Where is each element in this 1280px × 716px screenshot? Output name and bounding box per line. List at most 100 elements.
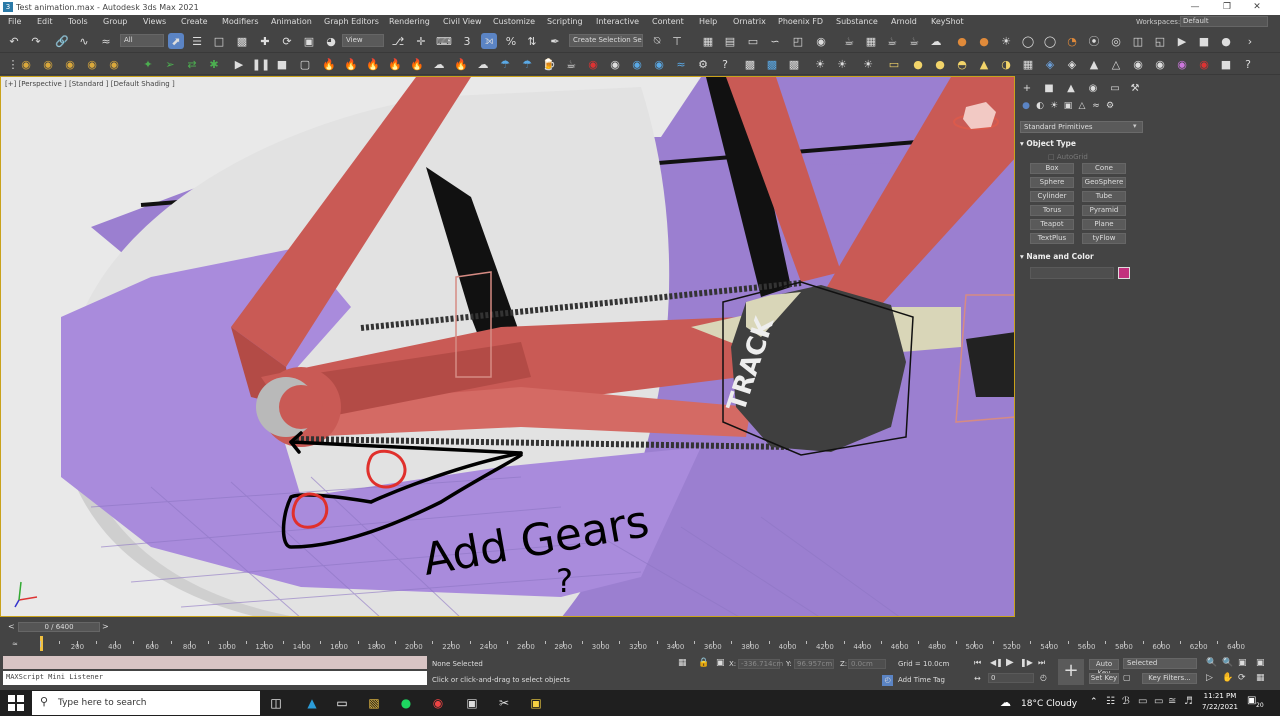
menu-modifiers[interactable]: Modifiers [222,17,259,26]
alembic-icon[interactable]: △ [1108,56,1124,72]
move-icon[interactable]: ✚ [257,33,273,49]
substance-map-icon[interactable]: ▩ [764,56,780,72]
edit-named-selection-icon[interactable]: ✒ [547,33,563,49]
x-coordinate-field[interactable]: -336.714cm [738,659,783,669]
maxscript-listener-input[interactable]: MAXScript Mini Listener [3,671,427,685]
phoenix-particle-icon[interactable]: ✱ [206,56,222,72]
toggle-ribbon-icon[interactable]: ▭ [745,33,761,49]
utilities-tab-icon[interactable]: ⚒ [1128,82,1142,96]
waves-preset-icon[interactable]: ≈ [673,56,689,72]
substance-icon[interactable]: ▩ [742,56,758,72]
log-icon[interactable]: ■ [1218,56,1234,72]
orbit-icon[interactable]: ⟳ [1238,673,1246,683]
help-icon[interactable]: ? [717,56,733,72]
cameras-icon[interactable]: ▣ [1062,100,1074,112]
ornatrix-icon[interactable]: ◉ [18,56,34,72]
placement-icon[interactable]: ◕ [323,33,339,49]
primitive-tube-button[interactable]: Tube [1082,191,1126,202]
standin-icon[interactable]: ◉ [1174,56,1190,72]
bluetooth-icon[interactable]: ℬ [1122,696,1130,707]
river-preset-icon[interactable]: ◉ [651,56,667,72]
keyshot-link-icon[interactable]: ◫ [1130,33,1146,49]
zoom-extents-icon[interactable]: ▣ [1238,658,1247,668]
menu-content[interactable]: Content [652,17,684,26]
object-color-swatch[interactable] [1118,267,1130,279]
selection-filter-select[interactable]: All [120,34,164,47]
helpers-icon[interactable]: △ [1076,100,1088,112]
play-icon[interactable]: ▶ [1174,33,1190,49]
milk-preset-icon[interactable]: ◉ [607,56,623,72]
layer-explorer-icon[interactable]: ▤ [722,33,738,49]
fire-preset-1-icon[interactable]: 🔥 [321,56,337,72]
sticky-notes-taskbar-icon[interactable]: ▣ [526,694,546,712]
stop-icon[interactable]: ■ [1196,33,1212,49]
primitive-pyramid-button[interactable]: Pyramid [1082,205,1126,216]
keyshot-update-icon[interactable]: ◱ [1152,33,1168,49]
menu-animation[interactable]: Animation [271,17,312,26]
material-switch-icon[interactable]: ◉ [1152,56,1168,72]
modify-tab-icon[interactable]: ■ [1042,82,1056,96]
clock-date[interactable]: 7/22/2021 [1200,703,1240,711]
rendered-frame-window-icon[interactable]: ▦ [863,33,879,49]
arnold-volume-icon[interactable]: ◯ [1042,33,1058,49]
play-animation-icon[interactable]: ▶ [1006,657,1014,668]
ocean-preset-icon[interactable]: ◉ [629,56,645,72]
beer-preset-icon[interactable]: 🍺 [541,56,557,72]
rectangular-selection-icon[interactable]: □ [211,33,227,49]
render-iterative-icon[interactable]: ☕ [906,33,922,49]
clock-time[interactable]: 11:21 PM [1200,692,1240,700]
menu-views[interactable]: Views [143,17,166,26]
select-object-icon[interactable]: ⬈ [168,33,184,49]
primitive-cone-button[interactable]: Cone [1082,163,1126,174]
lock-selection-icon[interactable]: 🔒 [698,658,709,668]
phoenix-pause-icon[interactable]: ❚❚ [252,56,270,72]
file-explorer-taskbar-icon[interactable]: ▧ [364,694,384,712]
menu-group[interactable]: Group [103,17,127,26]
arnold-ipr-icon[interactable]: ◔ [1064,33,1080,49]
light-disc-icon[interactable]: ● [910,56,926,72]
undo-icon[interactable]: ↶ [6,33,22,49]
unlink-icon[interactable]: ∿ [76,33,92,49]
coffee-preset-icon[interactable]: ☕ [563,56,579,72]
goto-start-icon[interactable]: ⏮ [974,658,981,668]
isolate-selection-icon[interactable]: ▦ [678,658,687,668]
y-coordinate-field[interactable]: 96.957cm [794,659,834,669]
auto-key-button[interactable]: Auto Key [1089,659,1119,677]
maxscript-output[interactable] [3,656,427,669]
window-crossing-icon[interactable]: ▩ [234,33,250,49]
weather-text[interactable]: 18°C Cloudy [1021,699,1077,709]
render-in-cloud-icon[interactable]: ☁ [928,33,944,49]
scene-converter-icon[interactable]: ◉ [1130,56,1146,72]
primitive-sphere-button[interactable]: Sphere [1030,177,1074,188]
zoom-extents-all-icon[interactable]: ▣ [1256,658,1265,668]
viewport-label[interactable]: [+] [Perspective ] [Standard ] [Default … [5,80,175,88]
redo-icon[interactable]: ↷ [28,33,44,49]
phoenix-play-icon[interactable]: ▶ [231,56,247,72]
menu-keyshot[interactable]: KeyShot [931,17,964,26]
menu-substance[interactable]: Substance [836,17,878,26]
primitive-textplus-button[interactable]: TextPlus [1030,233,1074,244]
name-color-rollout-header[interactable]: ▾ Name and Color [1020,252,1140,263]
workspaces-select[interactable]: Default [1180,16,1268,27]
light-cylinder-icon[interactable]: ◓ [954,56,970,72]
align-icon[interactable]: ⊤ [669,33,685,49]
key-tangent-icon[interactable]: ▢ [1123,673,1141,684]
light-sphere-icon[interactable]: ● [932,56,948,72]
motion-tab-icon[interactable]: ◉ [1086,82,1100,96]
mirror-icon[interactable]: ⍉ [649,33,665,49]
fire-preset-3-icon[interactable]: 🔥 [365,56,381,72]
percent-snap-icon[interactable]: % [503,33,519,49]
zoom-icon[interactable]: 🔍 [1206,658,1217,668]
autogrid-checkbox[interactable]: □ AutoGrid [1048,153,1088,161]
current-frame-field[interactable]: 0 [988,673,1034,683]
menu-file[interactable]: File [8,17,21,26]
curve-editor-toggle-icon[interactable]: ≈ [12,640,18,648]
taskbar-search[interactable]: ⚲ Type here to search [32,691,260,715]
select-manipulate-icon[interactable]: ✛ [413,33,429,49]
terminal-taskbar-icon[interactable]: ▭ [332,694,352,712]
menu-scripting[interactable]: Scripting [547,17,583,26]
arnold-area-light-icon[interactable]: ☀ [860,56,876,72]
bind-space-warp-icon[interactable]: ≈ [98,33,114,49]
arnold-shader-icon[interactable]: ◯ [1020,33,1036,49]
key-mode-toggle-icon[interactable]: ↔ [974,674,981,683]
